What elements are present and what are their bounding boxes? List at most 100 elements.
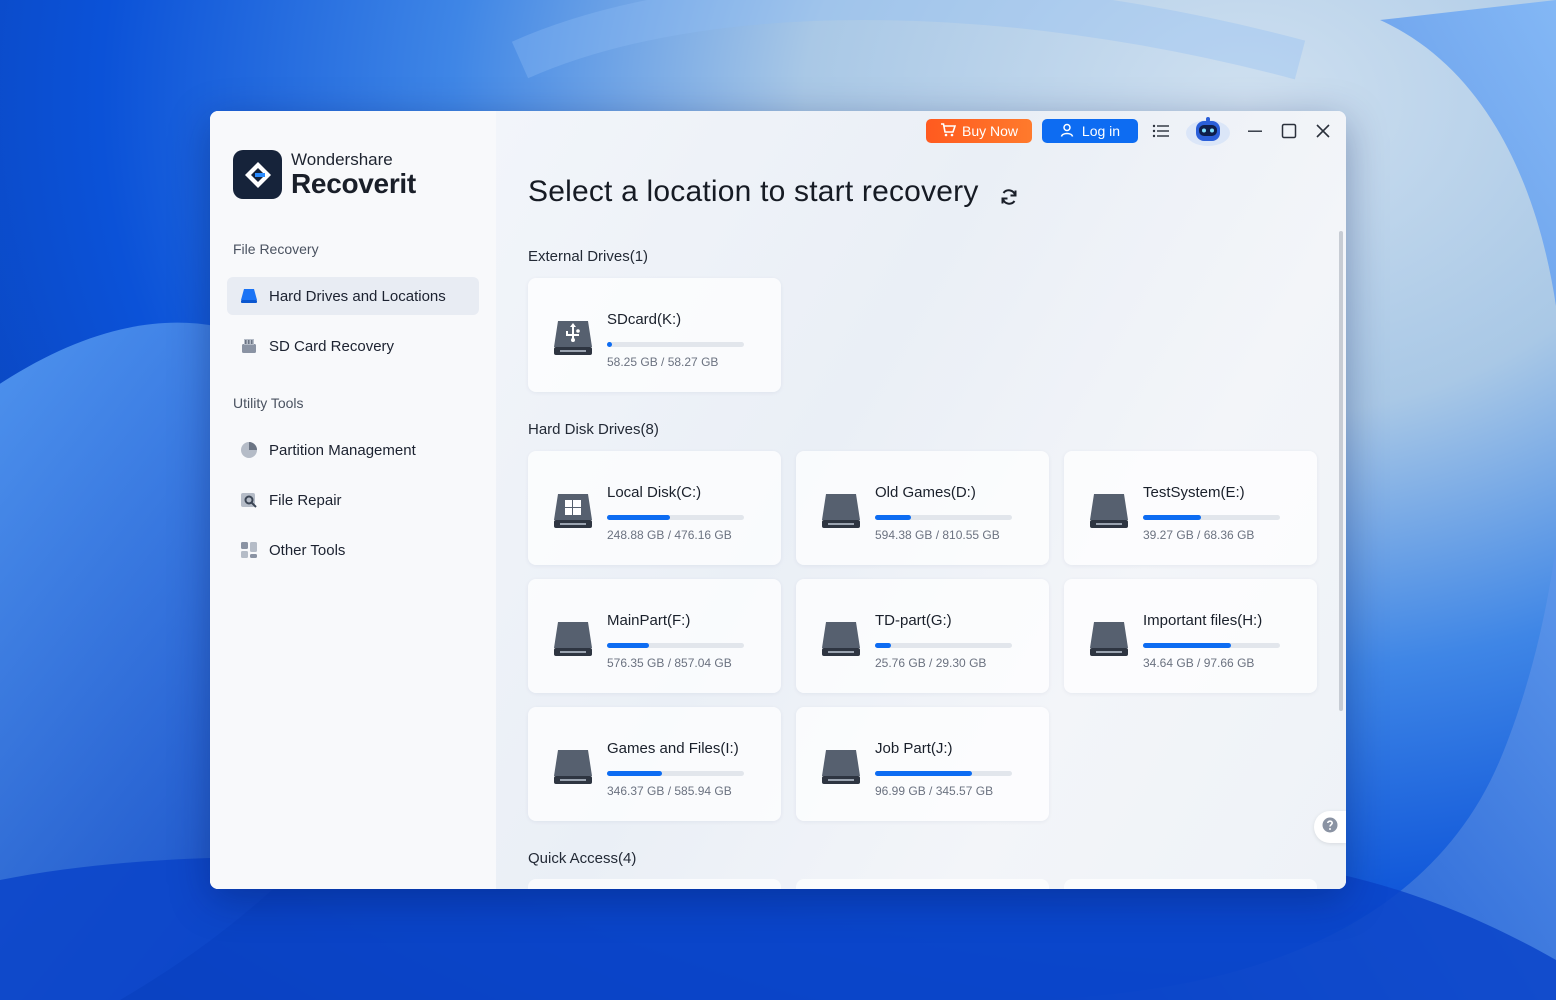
usage-bar	[607, 771, 744, 776]
usage-bar	[607, 342, 744, 347]
drive-card-d[interactable]: Old Games(D:) 594.38 GB / 810.55 GB	[796, 451, 1049, 565]
sidebar-item-other-tools[interactable]: Other Tools	[227, 531, 479, 569]
robot-assistant-icon[interactable]	[1184, 115, 1232, 147]
close-icon[interactable]	[1314, 122, 1332, 140]
login-label: Log in	[1081, 123, 1121, 139]
usage-bar-fill	[1143, 643, 1231, 648]
drive-card-g[interactable]: TD-part(G:) 25.76 GB / 29.30 GB	[796, 579, 1049, 693]
quick-access-card[interactable]	[528, 879, 781, 889]
drive-name: Important files(H:)	[1143, 612, 1263, 629]
help-icon	[1322, 817, 1338, 838]
sidebar-item-label: Partition Management	[269, 441, 416, 459]
title-bar: Buy Now Log in	[926, 117, 1332, 146]
sidebar-item-label: File Repair	[269, 491, 342, 509]
group-title-hard-disk-drives: Hard Disk Drives(8)	[528, 421, 659, 438]
recoverit-logo-icon	[233, 150, 282, 199]
drive-name: Job Part(J:)	[875, 740, 953, 757]
drive-size: 34.64 GB / 97.66 GB	[1143, 656, 1255, 670]
drive-name: Games and Files(I:)	[607, 740, 739, 757]
hard-drive-icon	[1088, 492, 1130, 535]
menu-icon[interactable]	[1152, 123, 1170, 139]
usage-bar-fill	[607, 771, 662, 776]
hard-drive-icon	[1088, 620, 1130, 663]
grid-tools-icon	[239, 540, 259, 560]
usage-bar-fill	[875, 771, 973, 776]
usage-bar	[1143, 643, 1280, 648]
cart-icon	[940, 122, 957, 140]
drive-card-sdcard[interactable]: SDcard(K:) 58.25 GB / 58.27 GB	[528, 278, 781, 392]
hard-drive-icon	[820, 748, 862, 791]
usage-bar	[607, 515, 744, 520]
usb-drive-icon	[552, 319, 594, 362]
drive-size: 25.76 GB / 29.30 GB	[875, 656, 987, 670]
usage-bar-fill	[875, 643, 892, 648]
section-utility-tools: Utility Tools	[233, 395, 304, 411]
usage-bar-fill	[1143, 515, 1201, 520]
usage-bar-fill	[607, 515, 671, 520]
sidebar-item-partition-management[interactable]: Partition Management	[227, 431, 479, 469]
usage-bar-fill	[875, 515, 911, 520]
drive-size: 248.88 GB / 476.16 GB	[607, 528, 732, 542]
main-panel: Buy Now Log in Select a location to star…	[496, 111, 1346, 889]
sidebar-item-label: Other Tools	[269, 541, 346, 559]
drive-name: SDcard(K:)	[607, 311, 682, 328]
sidebar: Wondershare Recoverit File Recovery Hard…	[210, 111, 496, 889]
drive-size: 39.27 GB / 68.36 GB	[1143, 528, 1255, 542]
drive-size: 96.99 GB / 345.57 GB	[875, 784, 994, 798]
buy-now-label: Buy Now	[961, 123, 1019, 139]
drive-name: TD-part(G:)	[875, 612, 952, 629]
hard-drive-icon	[552, 620, 594, 663]
minimize-icon[interactable]	[1246, 122, 1264, 140]
group-title-quick-access: Quick Access(4)	[528, 850, 637, 867]
product-name: Recoverit	[291, 168, 416, 199]
app-window: Wondershare Recoverit File Recovery Hard…	[210, 111, 1346, 889]
usage-bar	[875, 515, 1012, 520]
usage-bar-fill	[607, 643, 650, 648]
scrollbar[interactable]	[1339, 231, 1343, 711]
drive-card-e[interactable]: TestSystem(E:) 39.27 GB / 68.36 GB	[1064, 451, 1317, 565]
hard-drive-icon	[820, 492, 862, 535]
group-title-external-drives: External Drives(1)	[528, 248, 649, 265]
quick-access-card[interactable]	[796, 879, 1049, 889]
brand-name: Wondershare	[291, 150, 393, 169]
sidebar-item-label: Hard Drives and Locations	[269, 287, 446, 305]
hard-drive-icon	[239, 286, 259, 306]
maximize-icon[interactable]	[1280, 122, 1298, 140]
quick-access-card[interactable]	[1064, 879, 1317, 889]
drive-card-i[interactable]: Games and Files(I:) 346.37 GB / 585.94 G…	[528, 707, 781, 821]
login-button[interactable]: Log in	[1042, 119, 1138, 143]
app-logo: Wondershare Recoverit	[233, 150, 416, 199]
pie-chart-icon	[239, 440, 259, 460]
usage-bar	[1143, 515, 1280, 520]
drive-size: 576.35 GB / 857.04 GB	[607, 656, 732, 670]
user-icon	[1060, 123, 1074, 140]
hard-drive-icon	[552, 748, 594, 791]
drive-name: TestSystem(E:)	[1143, 484, 1245, 501]
hard-drive-icon	[820, 620, 862, 663]
file-repair-icon	[239, 490, 259, 510]
usage-bar-fill	[607, 342, 613, 347]
section-file-recovery: File Recovery	[233, 241, 319, 257]
drive-card-j[interactable]: Job Part(J:) 96.99 GB / 345.57 GB	[796, 707, 1049, 821]
help-button[interactable]	[1314, 811, 1346, 843]
drive-name: Local Disk(C:)	[607, 484, 702, 501]
refresh-icon[interactable]	[999, 187, 1019, 212]
sidebar-item-hard-drives[interactable]: Hard Drives and Locations	[227, 277, 479, 315]
windows-drive-icon	[552, 492, 594, 535]
buy-now-button[interactable]: Buy Now	[926, 119, 1032, 143]
usage-bar	[875, 643, 1012, 648]
sidebar-item-file-repair[interactable]: File Repair	[227, 481, 479, 519]
drive-size: 594.38 GB / 810.55 GB	[875, 528, 1000, 542]
sidebar-item-sd-card[interactable]: SD Card Recovery	[227, 327, 479, 365]
sd-card-icon	[239, 336, 259, 356]
usage-bar	[875, 771, 1012, 776]
drive-card-h[interactable]: Important files(H:) 34.64 GB / 97.66 GB	[1064, 579, 1317, 693]
drive-size: 58.25 GB / 58.27 GB	[607, 355, 719, 369]
drive-size: 346.37 GB / 585.94 GB	[607, 784, 732, 798]
sidebar-item-label: SD Card Recovery	[269, 337, 395, 355]
drive-card-c[interactable]: Local Disk(C:) 248.88 GB / 476.16 GB	[528, 451, 781, 565]
drive-name: Old Games(D:)	[875, 484, 976, 501]
page-title: Select a location to start recovery	[528, 175, 979, 208]
usage-bar	[607, 643, 744, 648]
drive-card-f[interactable]: MainPart(F:) 576.35 GB / 857.04 GB	[528, 579, 781, 693]
